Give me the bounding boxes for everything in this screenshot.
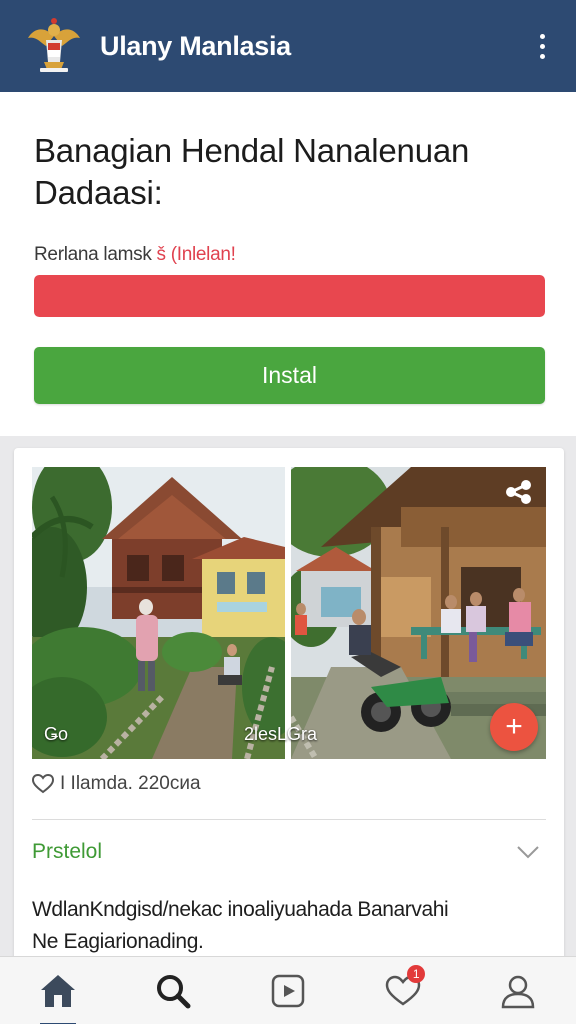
details-row[interactable]: Prstelol: [32, 840, 546, 864]
bottom-navigation: 1: [0, 956, 576, 1024]
photo-left[interactable]: Ǥο: [32, 467, 285, 759]
photo-gallery: Ǥο + 2lesLGra: [32, 467, 546, 759]
nav-search[interactable]: [143, 961, 203, 1021]
post-meta: I Ilamda. 220сиа: [32, 773, 546, 795]
kebab-menu-icon[interactable]: [530, 26, 554, 66]
install-heading: Banagian Hendal Nanalenuan Dadaasi:: [34, 130, 544, 214]
details-line1: WdlanKndgisd/nekac inoaliyuahada Banarva…: [32, 898, 449, 921]
install-subtitle: Rerlana lamsk š (Inlelan!: [34, 244, 544, 266]
install-heading-line2: Dadaasi:: [34, 174, 163, 211]
install-subtitle-accent: š (Inlelan!: [156, 244, 236, 265]
traditional-house-photo: [32, 467, 285, 759]
plus-icon[interactable]: +: [490, 703, 538, 751]
photo-left-caption: Ǥο: [44, 724, 69, 744]
heart-outline-icon[interactable]: [32, 774, 54, 794]
post-card: Ǥο + 2lesLGra I Ilamda. 220сиа Prstelol …: [14, 448, 564, 968]
app-screen: Ulany Manlasia Banagian Hendal Nanalenua…: [0, 0, 576, 1024]
chevron-down-icon[interactable]: [516, 845, 540, 859]
nav-activity[interactable]: 1: [373, 961, 433, 1021]
nav-home[interactable]: [28, 961, 88, 1024]
details-line2: Ne Eagiarionading.: [32, 930, 204, 953]
install-subtitle-main: Rerlana lamsk: [34, 244, 152, 265]
photo-right[interactable]: +: [291, 467, 546, 759]
video-icon: [271, 974, 305, 1007]
notification-badge: 1: [407, 964, 426, 983]
install-button[interactable]: Instal: [34, 347, 545, 404]
details-label: Prstelol: [32, 840, 103, 863]
nav-profile[interactable]: [488, 961, 548, 1021]
post-meta-text: I Ilamda. 220сиа: [60, 773, 201, 794]
app-header: Ulany Manlasia: [0, 0, 576, 92]
nav-video[interactable]: [258, 961, 318, 1021]
install-card: Banagian Hendal Nanalenuan Dadaasi: Rerl…: [0, 92, 576, 436]
photo-right-caption: 2lesLGra: [244, 724, 318, 744]
home-icon: [40, 974, 75, 1007]
details-description: WdlanKndgisd/nekac inoaliyuahada Banarva…: [32, 894, 546, 958]
install-heading-line1: Banagian Hendal Nanalenuan: [34, 132, 470, 169]
garuda-emblem-icon: [28, 18, 80, 72]
install-progress-fill: [34, 275, 545, 317]
share-icon[interactable]: [504, 479, 534, 505]
search-icon: [156, 974, 191, 1008]
install-progress-bar: [34, 275, 545, 317]
divider: [32, 819, 546, 820]
profile-icon: [502, 975, 535, 1008]
app-title: Ulany Manlasia: [100, 30, 291, 61]
